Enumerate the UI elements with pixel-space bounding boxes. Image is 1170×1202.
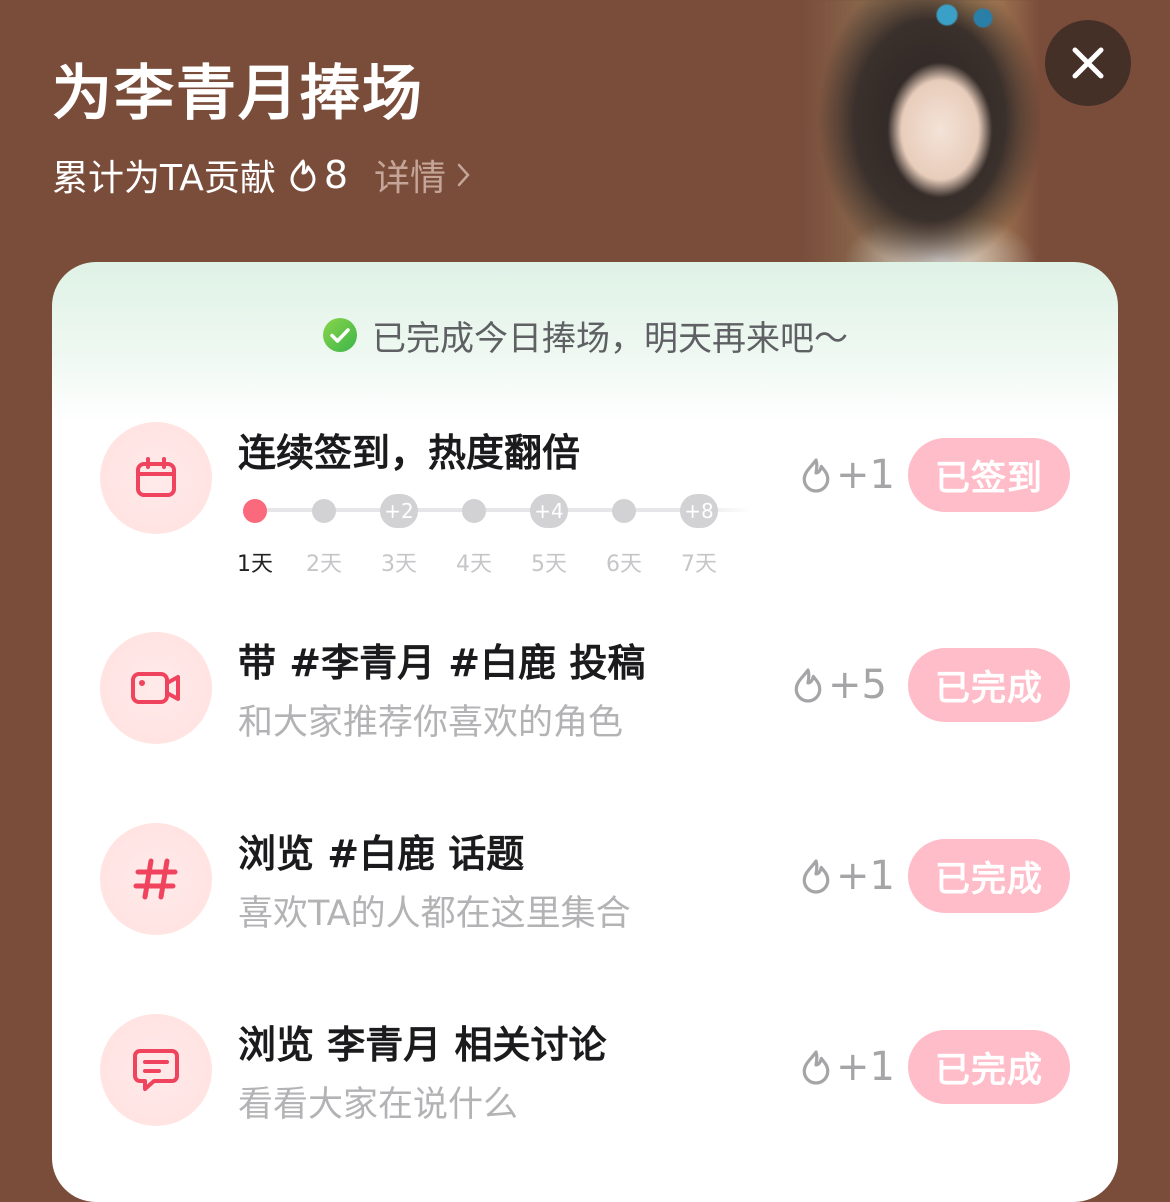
- reward-value: +1: [836, 1044, 895, 1090]
- streak-day-dot: [612, 499, 636, 523]
- reward-value: +1: [836, 452, 895, 498]
- streak-day-dot: [243, 499, 267, 523]
- streak-progress: +2 +4 +8 1天 2天 3天 4天 5天 6天 7天: [237, 494, 758, 577]
- task-reward: +1: [800, 853, 895, 899]
- task-item-discussion: 浏览 李青月 相关讨论 看看大家在说什么 +1 已完成: [52, 1014, 1118, 1174]
- calendar-icon: [136, 457, 176, 497]
- task-item-topic: 浏览 #白鹿 话题 喜欢TA的人都在这里集合 +1 已完成: [52, 823, 1118, 983]
- task-name: 连续签到，热度翻倍: [238, 431, 581, 475]
- hashtag-icon: [133, 858, 178, 900]
- task-name: 浏览 李青月 相关讨论: [238, 1023, 607, 1067]
- flame-icon: [290, 159, 316, 192]
- completion-notice: 已完成今日捧场，明天再来吧～: [52, 310, 1118, 360]
- task-description: 看看大家在说什么: [238, 1085, 519, 1125]
- task-item-checkin: 连续签到，热度翻倍 +2 +4 +8 1天 2天 3天 4天 5天 6天 7天 …: [52, 422, 1118, 582]
- task-icon-badge: [100, 422, 212, 534]
- flame-icon: [794, 668, 822, 703]
- streak-day-label: 2天: [306, 552, 342, 577]
- streak-day-label: 1天: [237, 552, 273, 577]
- streak-day-label: 6天: [606, 552, 642, 577]
- streak-day-label: 5天: [531, 552, 567, 577]
- task-item-post: 带 #李青月 #白鹿 投稿 和大家推荐你喜欢的角色 +5 已完成: [52, 632, 1118, 792]
- streak-bonus-badge: +8: [680, 494, 718, 528]
- close-icon: [1072, 47, 1104, 79]
- character-portrait: [800, 0, 1040, 270]
- video-camera-icon: [131, 672, 180, 704]
- task-description: 和大家推荐你喜欢的角色: [238, 703, 624, 743]
- task-name: 带 #李青月 #白鹿 投稿: [238, 641, 646, 685]
- contribution-count: 8: [323, 153, 349, 197]
- completed-button[interactable]: 已完成: [908, 648, 1070, 722]
- page-title: 为李青月捧场: [52, 59, 424, 129]
- flame-icon: [802, 458, 830, 493]
- task-reward: +1: [800, 1044, 895, 1090]
- completed-button[interactable]: 已完成: [908, 839, 1070, 913]
- contribution-label: 累计为TA贡献: [52, 158, 276, 199]
- streak-day-label: 7天: [681, 552, 717, 577]
- task-description: 喜欢TA的人都在这里集合: [238, 894, 631, 934]
- task-icon-badge: [100, 1014, 212, 1126]
- reward-value: +5: [828, 662, 887, 708]
- chevron-right-icon: [457, 163, 470, 187]
- checked-in-button[interactable]: 已签到: [908, 438, 1070, 512]
- flame-icon: [802, 859, 830, 894]
- task-icon-badge: [100, 823, 212, 935]
- streak-day-label: 4天: [456, 552, 492, 577]
- streak-day-dot: [462, 499, 486, 523]
- task-name: 浏览 #白鹿 话题: [238, 832, 525, 876]
- task-reward: +1: [800, 452, 895, 498]
- streak-day-label: 3天: [381, 552, 417, 577]
- hair-ornament: [920, 0, 1010, 30]
- task-icon-badge: [100, 632, 212, 744]
- reward-value: +1: [836, 853, 895, 899]
- chat-bubble-icon: [133, 1049, 179, 1091]
- detail-label: 详情: [374, 158, 447, 199]
- streak-bonus-badge: +2: [380, 494, 418, 528]
- completed-button[interactable]: 已完成: [908, 1030, 1070, 1104]
- contribution-summary: 累计为TA贡献 8 详情: [52, 150, 472, 200]
- check-circle-icon: [323, 318, 357, 352]
- streak-bonus-badge: +4: [530, 494, 568, 528]
- task-card: 已完成今日捧场，明天再来吧～ 连续签到，热度翻倍 +2 +4 +8 1天 2天 …: [52, 262, 1118, 1202]
- flame-icon: [802, 1050, 830, 1085]
- notice-text: 已完成今日捧场，明天再来吧～: [372, 318, 848, 359]
- task-reward: +5: [792, 662, 887, 708]
- close-button[interactable]: [1045, 20, 1131, 106]
- streak-day-dot: [312, 499, 336, 523]
- detail-link[interactable]: 详情: [374, 149, 472, 201]
